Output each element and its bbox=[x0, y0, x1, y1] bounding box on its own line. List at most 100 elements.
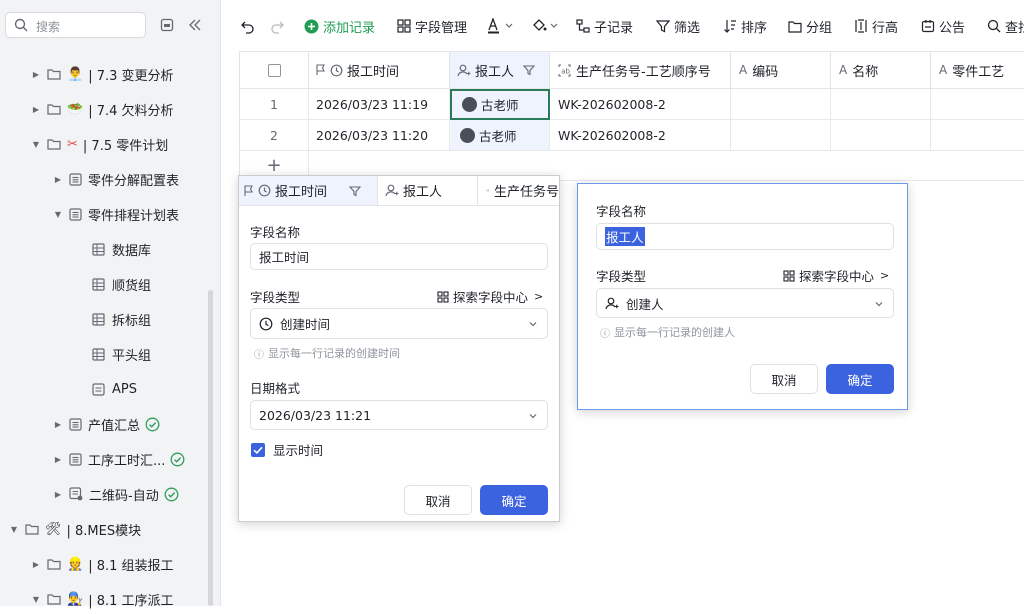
sidebar-item-7-4[interactable]: ▶ 🥗 | 7.4 欠料分析 bbox=[29, 94, 174, 124]
cell-report-time[interactable]: 2026/03/23 11:20 bbox=[309, 120, 450, 151]
sort-button[interactable]: 排序 bbox=[723, 17, 767, 36]
cell-reporter[interactable]: 古老师 bbox=[450, 89, 550, 120]
expand-caret-icon[interactable]: ▶ bbox=[29, 560, 43, 569]
column-header-name[interactable]: A 名称 bbox=[831, 52, 931, 89]
cell-task-number[interactable]: WK-202602008-2 bbox=[550, 120, 731, 151]
expand-caret-icon[interactable]: ▶ bbox=[51, 175, 65, 184]
add-record-button[interactable]: 添加记录 bbox=[304, 17, 375, 36]
hint-text: 显示每一行记录的创建人 bbox=[614, 326, 735, 339]
sidebar-item-label: 零件排程计划表 bbox=[88, 208, 180, 224]
sub-record-button[interactable]: 子记录 bbox=[576, 17, 633, 36]
field-name-input[interactable]: 报工人 bbox=[596, 223, 894, 250]
field-manage-button[interactable]: 字段管理 bbox=[397, 17, 467, 36]
cell-report-time[interactable]: 2026/03/23 11:19 bbox=[309, 89, 450, 120]
tab-reporter[interactable]: 报工人 bbox=[377, 176, 477, 206]
select-all-cell[interactable] bbox=[239, 52, 309, 89]
sidebar-view-chaibiao[interactable]: 拆标组 bbox=[92, 304, 151, 334]
collapse-sidebar-icon[interactable] bbox=[188, 18, 202, 32]
cancel-button[interactable]: 取消 bbox=[750, 364, 818, 394]
sidebar-scrollbar[interactable] bbox=[208, 290, 213, 606]
sidebar-item-8-1-dispatch[interactable]: ▼ 👨‍🔧 | 8.1 工序派工 bbox=[29, 584, 174, 614]
date-format-label: 日期格式 bbox=[250, 381, 301, 396]
expand-caret-icon[interactable]: ▶ bbox=[51, 490, 65, 499]
cell-part-process[interactable] bbox=[931, 89, 1024, 120]
tools-emoji-icon: ✂ bbox=[67, 136, 78, 152]
sidebar-view-pingtou[interactable]: 平头组 bbox=[92, 339, 151, 369]
announcement-button[interactable]: 公告 bbox=[921, 17, 965, 36]
field-type-hint: ⓘ 显示每一行记录的创建时间 bbox=[254, 345, 400, 361]
undo-button[interactable] bbox=[240, 17, 259, 35]
field-type-label: 字段类型 bbox=[596, 269, 647, 284]
collapse-caret-icon[interactable]: ▼ bbox=[29, 140, 43, 149]
sidebar-item-process-hours[interactable]: ▶ 工序工时汇... bbox=[51, 444, 185, 474]
column-header-task-number[interactable]: ab 生产任务号-工艺顺序号 bbox=[550, 52, 731, 89]
sidebar-item-7-3[interactable]: ▶ 👨‍💼 | 7.3 变更分析 bbox=[29, 59, 174, 89]
column-header-part-process[interactable]: A 零件工艺 bbox=[931, 52, 1024, 89]
sidebar-item-7-5[interactable]: ▼ ✂ | 7.5 零件计划 bbox=[29, 129, 168, 159]
row-index[interactable]: 1 bbox=[239, 89, 309, 120]
cell-code[interactable] bbox=[731, 89, 831, 120]
sidebar-item-label: | 7.3 变更分析 bbox=[88, 68, 174, 84]
show-time-checkbox-row[interactable]: 显示时间 bbox=[251, 440, 323, 459]
sidebar-view-aps[interactable]: APS bbox=[92, 374, 137, 404]
sidebar-item-parts-schedule[interactable]: ▼ 零件排程计划表 bbox=[51, 199, 179, 229]
group-label: 分组 bbox=[806, 20, 833, 36]
collapse-caret-icon[interactable]: ▼ bbox=[51, 210, 65, 219]
row-index[interactable]: 2 bbox=[239, 120, 309, 151]
find-button[interactable]: 查找 bbox=[987, 17, 1024, 36]
column-header-report-time[interactable]: 报工时间 bbox=[309, 52, 450, 89]
sidebar-view-database[interactable]: 数据库 bbox=[92, 234, 151, 264]
field-type-value: 创建时间 bbox=[280, 317, 331, 332]
column-header-reporter[interactable]: 报工人 bbox=[450, 52, 550, 89]
cell-code[interactable] bbox=[731, 120, 831, 151]
confirm-button[interactable]: 确定 bbox=[826, 364, 894, 394]
collapse-panel-icon[interactable] bbox=[160, 18, 174, 32]
redo-button[interactable] bbox=[270, 17, 289, 35]
cell-name[interactable] bbox=[831, 120, 931, 151]
sidebar-item-mes[interactable]: ▼ 🛠 | 8.MES模块 bbox=[7, 514, 141, 544]
explore-field-center-link[interactable]: 探索字段中心 > bbox=[783, 266, 889, 285]
cell-reporter[interactable]: 古老师 bbox=[450, 120, 550, 151]
synced-check-icon bbox=[164, 487, 179, 501]
sidebar-item-parts-config[interactable]: ▶ 零件分解配置表 bbox=[51, 164, 179, 194]
text-color-button[interactable] bbox=[487, 17, 519, 35]
cancel-button[interactable]: 取消 bbox=[404, 485, 472, 515]
collapse-caret-icon[interactable]: ▼ bbox=[7, 525, 21, 534]
explore-field-center-link[interactable]: 探索字段中心 > bbox=[437, 287, 543, 306]
sidebar-item-output-summary[interactable]: ▶ 产值汇总 bbox=[51, 409, 160, 439]
field-name-input[interactable]: 报工时间 bbox=[250, 243, 548, 270]
column-header-label: 名称 bbox=[852, 64, 879, 80]
expand-caret-icon[interactable]: ▶ bbox=[29, 105, 43, 114]
sidebar-item-label: 工序工时汇... bbox=[88, 453, 166, 469]
cell-task-number[interactable]: WK-202602008-2 bbox=[550, 89, 731, 120]
row-height-button[interactable]: 行高 bbox=[854, 17, 898, 36]
checkbox-checked-icon[interactable] bbox=[251, 442, 265, 457]
tab-task-number[interactable]: ab 生产任务号 bbox=[477, 176, 559, 206]
field-type-select[interactable]: 创建时间 bbox=[250, 308, 548, 339]
text-field-icon: A bbox=[739, 63, 748, 77]
filter-button[interactable]: 筛选 bbox=[656, 17, 701, 36]
collapse-caret-icon[interactable]: ▼ bbox=[29, 595, 43, 604]
filter-label: 筛选 bbox=[674, 20, 701, 36]
chevron-right-icon: > bbox=[880, 269, 890, 282]
group-button[interactable]: 分组 bbox=[788, 17, 833, 36]
avatar bbox=[462, 97, 477, 112]
search-input[interactable]: 搜索 bbox=[5, 12, 146, 38]
cell-part-process[interactable] bbox=[931, 120, 1024, 151]
expand-caret-icon[interactable]: ▶ bbox=[51, 455, 65, 464]
sidebar-item-qrcode-auto[interactable]: ▶ 二维码-自动 bbox=[51, 479, 179, 509]
confirm-button[interactable]: 确定 bbox=[480, 485, 548, 515]
sidebar-item-8-1-assembly[interactable]: ▶ 👷 | 8.1 组装报工 bbox=[29, 549, 174, 579]
tab-report-time[interactable]: 报工时间 bbox=[239, 176, 377, 206]
column-header-code[interactable]: A 编码 bbox=[731, 52, 831, 89]
field-type-select[interactable]: 创建人 bbox=[596, 288, 894, 318]
fill-color-button[interactable] bbox=[531, 17, 565, 35]
sidebar-view-shunhuo[interactable]: 顺货组 bbox=[92, 269, 151, 299]
cell-name[interactable] bbox=[831, 89, 931, 120]
select-all-checkbox[interactable] bbox=[267, 63, 281, 77]
table-icon bbox=[69, 452, 82, 466]
grid-view-icon bbox=[92, 347, 105, 361]
expand-caret-icon[interactable]: ▶ bbox=[29, 70, 43, 79]
date-format-select[interactable]: 2026/03/23 11:21 bbox=[250, 400, 548, 430]
expand-caret-icon[interactable]: ▶ bbox=[51, 420, 65, 429]
